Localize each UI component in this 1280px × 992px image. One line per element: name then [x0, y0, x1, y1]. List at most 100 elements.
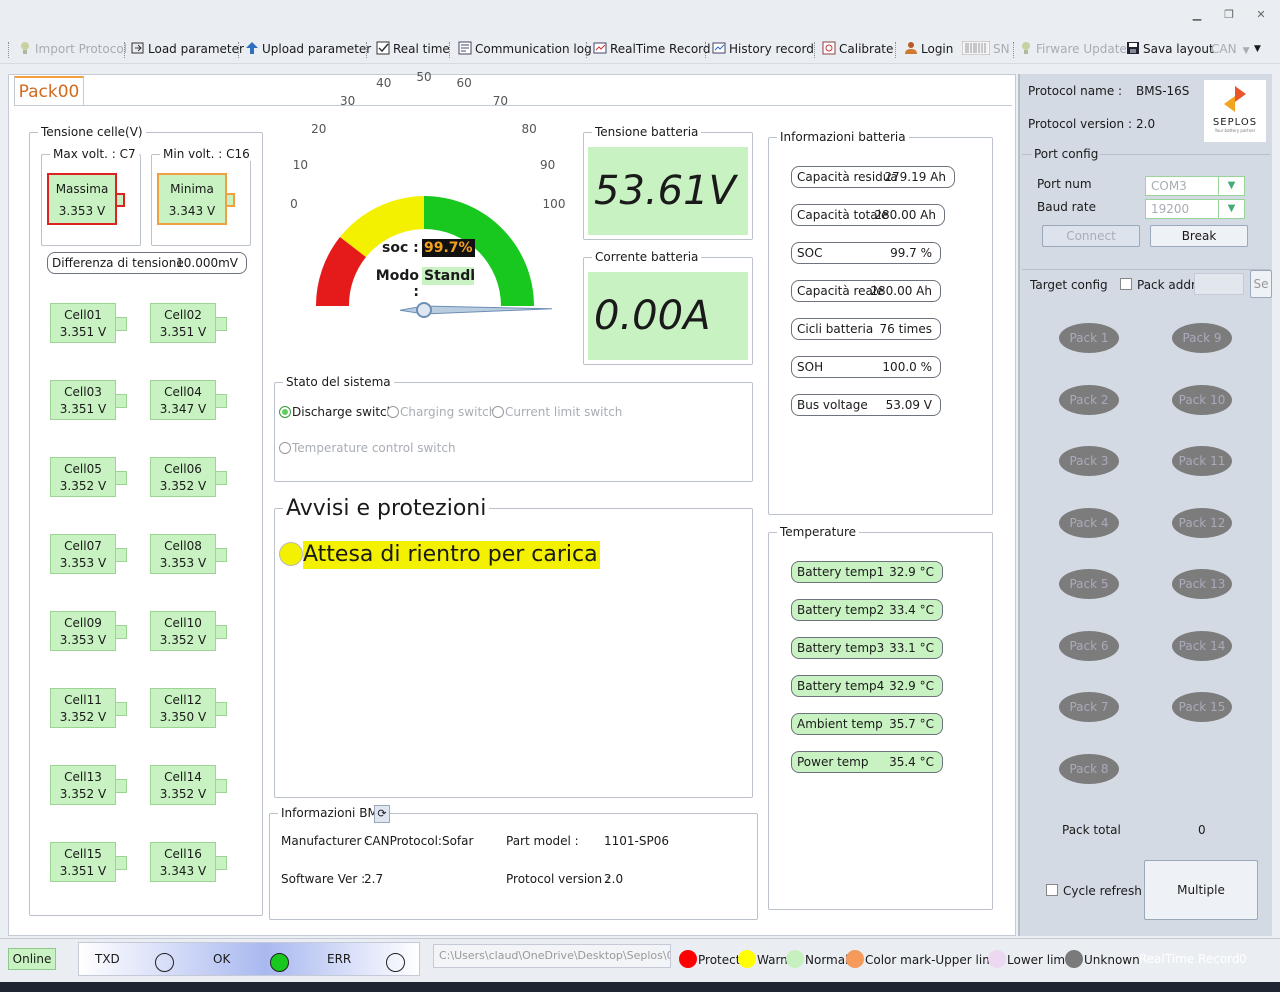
load-icon	[131, 41, 145, 55]
gauge-tick-label: 20	[311, 122, 327, 137]
software-version-value: 2.7	[364, 872, 384, 886]
connect-button[interactable]: Connect	[1042, 225, 1140, 247]
cell-11: Cell11 3.352 V	[50, 688, 127, 728]
pack-button-14[interactable]: Pack 14	[1172, 630, 1232, 661]
online-status: Online	[8, 948, 56, 970]
barcode-icon	[961, 40, 991, 56]
realtime-record-button[interactable]: RealTime Record	[593, 40, 711, 58]
chevron-down-icon: ▼	[1242, 46, 1250, 56]
refresh-icon[interactable]: ⟳	[374, 805, 390, 823]
can-dropdown[interactable]: CAN ▼	[1211, 40, 1250, 58]
cell-13: Cell13 3.352 V	[50, 765, 127, 805]
seplos-logo: SEPLOS Your battery partner	[1204, 80, 1266, 142]
restore-button[interactable]: ❐	[1222, 8, 1236, 22]
discharge-switch-radio[interactable]: Discharge switch	[279, 405, 394, 419]
alarms-group: Avvisi e protezioni Attesa di rientro pe…	[274, 497, 753, 798]
pack-button-5[interactable]: Pack 5	[1059, 569, 1119, 599]
chevron-down-icon: ▼	[1218, 200, 1244, 218]
baud-rate-select[interactable]: 19200 ▼	[1145, 199, 1245, 219]
import-protocol-button[interactable]: Import Protocol	[18, 40, 127, 58]
temperature-control-switch-radio[interactable]: Temperature control switch	[279, 441, 456, 455]
pack-button-10[interactable]: Pack 10	[1172, 384, 1232, 415]
cell-1: Cell01 3.351 V	[50, 303, 127, 343]
logo-mark-icon	[1224, 86, 1246, 112]
mode-label: Modo :	[375, 268, 419, 300]
pack-button-6[interactable]: Pack 6	[1059, 630, 1119, 661]
gauge-tick-label: 60	[456, 75, 472, 90]
file-path-field[interactable]: C:\Users\claud\OneDrive\Desktop\Seplos\0	[433, 944, 671, 968]
err-indicator-icon	[386, 953, 405, 972]
toolbar-grip	[8, 42, 10, 58]
title-bar: ▁ ❐ ✕	[0, 0, 1280, 34]
tab-pack00[interactable]: Pack00	[14, 76, 84, 106]
communication-log-button[interactable]: Communication log	[458, 40, 592, 58]
firmware-update-button[interactable]: Firware Update	[1019, 40, 1127, 58]
history-record-button[interactable]: History record	[712, 40, 814, 58]
minimize-button[interactable]: ▁	[1190, 8, 1204, 22]
user-icon	[904, 41, 918, 55]
port-num-select[interactable]: COM3 ▼	[1145, 176, 1245, 196]
system-status-group: Stato del sistema Discharge switch Charg…	[274, 375, 753, 482]
pack-button-15[interactable]: Pack 15	[1172, 692, 1232, 722]
upload-arrow-icon	[245, 41, 259, 55]
pack-button-2[interactable]: Pack 2	[1059, 384, 1119, 415]
sn-button[interactable]: SN	[961, 40, 1010, 58]
pack-addr-checkbox[interactable]	[1120, 278, 1132, 290]
battery-info-item: Bus voltage 53.09 V	[791, 394, 941, 416]
pack-button-1[interactable]: Pack 1	[1059, 323, 1119, 353]
save-layout-button[interactable]: Sava layout	[1126, 40, 1214, 58]
txd-indicator-icon	[155, 953, 174, 972]
legend-dot-icon	[679, 950, 697, 968]
soc-value: 99.7%	[422, 239, 475, 257]
charging-switch-radio[interactable]: Charging switch	[387, 405, 496, 419]
pack-button-3[interactable]: Pack 3	[1059, 446, 1119, 476]
pack-button-11[interactable]: Pack 11	[1172, 446, 1232, 476]
login-button[interactable]: Login	[904, 40, 953, 58]
pack-button-9[interactable]: Pack 9	[1172, 323, 1232, 353]
pack-button-12[interactable]: Pack 12	[1172, 507, 1232, 538]
break-button[interactable]: Break	[1150, 225, 1248, 247]
pack-button-7[interactable]: Pack 7	[1059, 692, 1119, 722]
real-time-button[interactable]: Real time	[376, 40, 450, 58]
bms-info-group: Informazioni BMS ⟳ Manufacturer : CANPro…	[269, 805, 758, 920]
upload-parameter-button[interactable]: Upload parameter	[245, 40, 371, 58]
load-parameter-button[interactable]: Load parameter	[131, 40, 244, 58]
current-limit-switch-radio[interactable]: Current limit switch	[492, 405, 622, 419]
legend-item: Lower limit	[988, 950, 1073, 969]
manufacturer-value: CANProtocol:Sofar	[364, 834, 474, 848]
cycle-refresh-checkbox[interactable]	[1046, 884, 1058, 896]
battery-info-group: Informazioni batteria Capacità residua 27…	[768, 130, 993, 515]
battery-current-value: 0.00A	[588, 272, 748, 360]
port-config-group: Port config Port num COM3 ▼ Baud rate 192…	[1022, 147, 1270, 264]
alarm-message: Attesa di rientro per carica	[303, 541, 600, 569]
temperature-item: Battery temp1 32.9 °C	[791, 561, 943, 583]
toolbar: Import Protocol Load parameter Upload pa…	[0, 34, 1280, 64]
cell-5: Cell05 3.352 V	[50, 457, 127, 497]
gauge-tick-label: 80	[521, 122, 537, 137]
legend-item: Normal	[786, 950, 848, 969]
pack-button-8[interactable]: Pack 8	[1059, 753, 1119, 784]
pack-total-value: 0	[1198, 823, 1206, 837]
part-model-value: 1101-SP06	[604, 834, 669, 848]
close-button[interactable]: ✕	[1254, 8, 1268, 22]
cell-15: Cell15 3.351 V	[50, 842, 127, 882]
gauge-tick-label: 50	[416, 69, 432, 84]
min-volt-cell: Minima 3.343 V	[157, 173, 235, 225]
pack-addr-input[interactable]	[1194, 273, 1244, 295]
cell-6: Cell06 3.352 V	[150, 457, 227, 497]
temperature-item: Power temp 35.4 °C	[791, 751, 943, 773]
cell-14: Cell14 3.352 V	[150, 765, 227, 805]
warning-indicator-icon	[279, 542, 303, 566]
battery-info-item: SOH 100.0 %	[791, 356, 941, 378]
record-icon	[593, 41, 607, 55]
bulb-icon	[1019, 41, 1033, 55]
max-volt-box: Max volt. : C7 Massima 3.353 V	[41, 147, 141, 246]
set-button[interactable]: Se	[1250, 270, 1272, 298]
multiple-button[interactable]: Multiple	[1144, 860, 1258, 920]
pack-button-4[interactable]: Pack 4	[1059, 507, 1119, 538]
pack-button-13[interactable]: Pack 13	[1172, 569, 1232, 599]
checkbox-icon	[376, 41, 390, 55]
toolbar-overflow-icon[interactable]: ▼	[1254, 40, 1261, 58]
calibrate-button[interactable]: Calibrate	[822, 40, 893, 58]
temperature-item: Battery temp3 33.1 °C	[791, 637, 943, 659]
